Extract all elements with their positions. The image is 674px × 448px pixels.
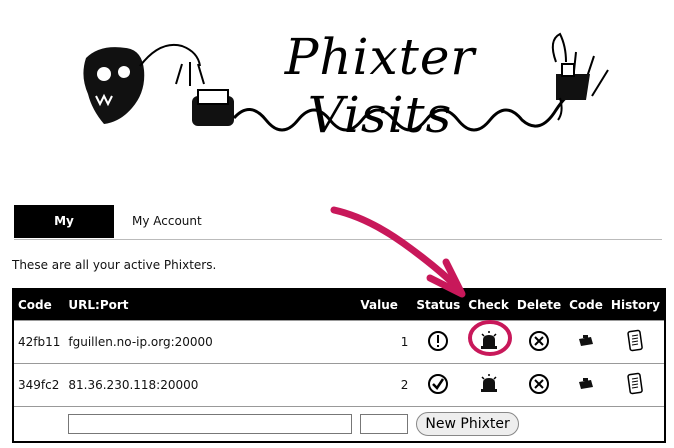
header-banner: Phixter Visits: [0, 0, 674, 190]
exclamation-circle-icon: [427, 330, 449, 355]
camera-icon[interactable]: [575, 373, 597, 398]
new-phixter-row: New Phixter: [13, 406, 665, 442]
table-row: 349fc2 81.36.230.118:20000 2: [13, 363, 665, 407]
intro-text: These are all your active Phixters.: [12, 258, 217, 272]
column-header-check: Check: [464, 289, 513, 321]
column-header-value: Value: [356, 289, 413, 321]
row-url: 81.36.230.118:20000: [64, 363, 357, 407]
column-header-url-port: URL:Port: [64, 289, 357, 321]
new-url-input[interactable]: [68, 414, 353, 434]
phixters-table: Code URL:Port Value Status Check Delete …: [12, 288, 666, 443]
tab-my-account[interactable]: My Account: [118, 205, 216, 238]
row-value: 1: [356, 320, 413, 364]
camera-icon[interactable]: [575, 330, 597, 355]
table-header-row: Code URL:Port Value Status Check Delete …: [13, 289, 665, 321]
new-phixter-button[interactable]: New Phixter: [416, 412, 519, 436]
tab-bar: My Phixters My Account: [14, 205, 662, 261]
x-circle-icon[interactable]: [528, 330, 550, 355]
x-circle-icon[interactable]: [528, 373, 550, 398]
alarm-light-icon[interactable]: [478, 330, 500, 355]
column-header-status: Status: [412, 289, 465, 321]
row-value: 2: [356, 363, 413, 407]
column-header-code: Code: [13, 289, 65, 321]
row-url: fguillen.no-ip.org:20000: [64, 320, 357, 364]
checkmark-circle-icon: [427, 373, 449, 398]
document-icon[interactable]: [624, 329, 646, 356]
alarm-light-icon[interactable]: [478, 373, 500, 398]
table-row: 42fb11 fguillen.no-ip.org:20000 1: [13, 320, 665, 364]
row-code: 42fb11: [13, 320, 65, 364]
document-icon[interactable]: [624, 372, 646, 399]
column-header-delete: Delete: [512, 289, 566, 321]
column-header-history: History: [606, 289, 665, 321]
new-value-input[interactable]: [360, 414, 409, 434]
tab-my-phixters[interactable]: My Phixters: [14, 205, 114, 261]
page-title: Phixter Visits: [284, 28, 476, 144]
row-code: 349fc2: [13, 363, 65, 407]
column-header-code-2: Code: [565, 289, 607, 321]
